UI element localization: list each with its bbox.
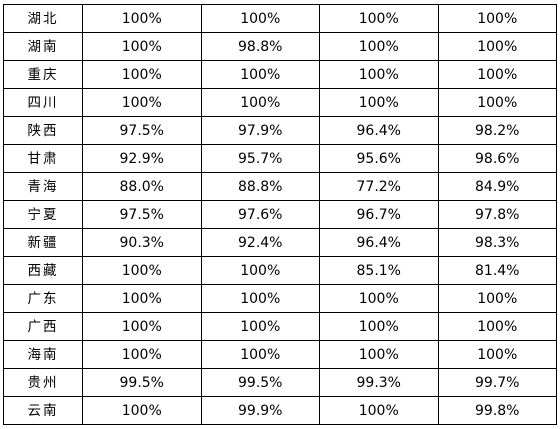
region-cell: 陕西: [3, 116, 83, 145]
region-cell: 海南: [3, 340, 83, 369]
region-cell: 宁夏: [3, 200, 83, 229]
value-cell: 100%: [82, 4, 202, 33]
value-cell: 98.8%: [200, 32, 320, 61]
value-cell: 100%: [82, 256, 202, 285]
table-row: 湖北 100% 100% 100% 100%: [3, 4, 557, 33]
table-row: 陕西 97.5% 97.9% 96.4% 98.2%: [3, 116, 557, 145]
table-row: 四川 100% 100% 100% 100%: [3, 88, 557, 117]
region-cell: 湖南: [3, 32, 83, 61]
value-cell: 100%: [319, 312, 439, 341]
region-cell: 广西: [3, 312, 83, 341]
value-cell: 99.9%: [200, 396, 320, 425]
value-cell: 92.4%: [200, 228, 320, 257]
value-cell: 100%: [200, 284, 320, 313]
value-cell: 100%: [200, 60, 320, 89]
value-cell: 98.6%: [437, 144, 557, 173]
value-cell: 100%: [200, 4, 320, 33]
value-cell: 95.7%: [200, 144, 320, 173]
value-cell: 99.3%: [319, 368, 439, 397]
value-cell: 99.5%: [200, 368, 320, 397]
value-cell: 95.6%: [319, 144, 439, 173]
region-cell: 贵州: [3, 368, 83, 397]
value-cell: 96.4%: [319, 228, 439, 257]
value-cell: 85.1%: [319, 256, 439, 285]
table-row: 重庆 100% 100% 100% 100%: [3, 60, 557, 89]
value-cell: 96.7%: [319, 200, 439, 229]
value-cell: 100%: [437, 88, 557, 117]
value-cell: 99.8%: [437, 396, 557, 425]
table-row: 云南 100% 99.9% 100% 99.8%: [3, 396, 557, 425]
value-cell: 100%: [437, 60, 557, 89]
value-cell: 100%: [437, 4, 557, 33]
value-cell: 100%: [437, 32, 557, 61]
table-row: 青海 88.0% 88.8% 77.2% 84.9%: [3, 172, 557, 201]
value-cell: 100%: [319, 32, 439, 61]
value-cell: 100%: [82, 60, 202, 89]
value-cell: 100%: [200, 312, 320, 341]
table-body: 湖北 100% 100% 100% 100% 湖南 100% 98.8% 100% 100% 重庆 1…: [3, 4, 557, 425]
table-row: 西藏 100% 100% 85.1% 81.4%: [3, 256, 557, 285]
table-row: 甘肃 92.9% 95.7% 95.6% 98.6%: [3, 144, 557, 173]
table-row: 广东 100% 100% 100% 100%: [3, 284, 557, 313]
region-cell: 重庆: [3, 60, 83, 89]
value-cell: 100%: [82, 284, 202, 313]
value-cell: 100%: [437, 340, 557, 369]
region-cell: 云南: [3, 396, 83, 425]
table-row: 贵州 99.5% 99.5% 99.3% 99.7%: [3, 368, 557, 397]
value-cell: 100%: [319, 60, 439, 89]
value-cell: 88.8%: [200, 172, 320, 201]
value-cell: 99.5%: [82, 368, 202, 397]
value-cell: 97.5%: [82, 116, 202, 145]
value-cell: 100%: [319, 4, 439, 33]
table-row: 湖南 100% 98.8% 100% 100%: [3, 32, 557, 61]
value-cell: 100%: [82, 88, 202, 117]
table-row: 广西 100% 100% 100% 100%: [3, 312, 557, 341]
value-cell: 100%: [319, 88, 439, 117]
value-cell: 100%: [200, 256, 320, 285]
value-cell: 99.7%: [437, 368, 557, 397]
value-cell: 100%: [319, 284, 439, 313]
data-table: 湖北 100% 100% 100% 100% 湖南 100% 98.8% 100% 100% 重庆 1…: [3, 4, 557, 425]
region-cell: 湖北: [3, 4, 83, 33]
region-cell: 西藏: [3, 256, 83, 285]
value-cell: 100%: [82, 396, 202, 425]
region-cell: 广东: [3, 284, 83, 313]
value-cell: 100%: [319, 396, 439, 425]
region-cell: 四川: [3, 88, 83, 117]
region-cell: 甘肃: [3, 144, 83, 173]
value-cell: 100%: [437, 284, 557, 313]
value-cell: 100%: [437, 312, 557, 341]
value-cell: 100%: [200, 88, 320, 117]
table-row: 宁夏 97.5% 97.6% 96.7% 97.8%: [3, 200, 557, 229]
value-cell: 81.4%: [437, 256, 557, 285]
value-cell: 97.6%: [200, 200, 320, 229]
value-cell: 96.4%: [319, 116, 439, 145]
value-cell: 98.3%: [437, 228, 557, 257]
value-cell: 100%: [200, 340, 320, 369]
table-row: 海南 100% 100% 100% 100%: [3, 340, 557, 369]
value-cell: 100%: [82, 340, 202, 369]
region-cell: 青海: [3, 172, 83, 201]
value-cell: 84.9%: [437, 172, 557, 201]
value-cell: 77.2%: [319, 172, 439, 201]
value-cell: 97.8%: [437, 200, 557, 229]
value-cell: 98.2%: [437, 116, 557, 145]
value-cell: 97.9%: [200, 116, 320, 145]
value-cell: 90.3%: [82, 228, 202, 257]
value-cell: 100%: [319, 340, 439, 369]
value-cell: 88.0%: [82, 172, 202, 201]
value-cell: 100%: [82, 312, 202, 341]
table-row: 新疆 90.3% 92.4% 96.4% 98.3%: [3, 228, 557, 257]
value-cell: 100%: [82, 32, 202, 61]
value-cell: 97.5%: [82, 200, 202, 229]
value-cell: 92.9%: [82, 144, 202, 173]
region-cell: 新疆: [3, 228, 83, 257]
